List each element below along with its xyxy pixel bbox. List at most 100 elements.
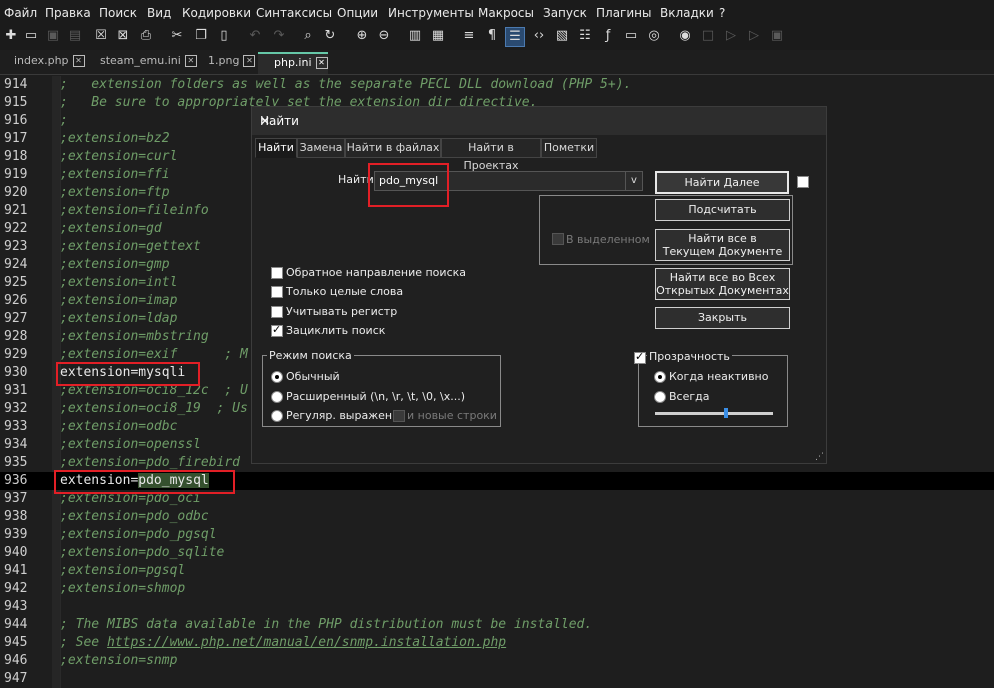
copy-icon[interactable]: ❐ [192,27,210,45]
cut-icon[interactable]: ✂ [168,27,186,45]
open-file-icon[interactable]: ▭ [22,27,40,45]
code-line[interactable]: ; extension folders as well as the separ… [60,76,631,94]
menu-view[interactable]: Вид [147,6,171,20]
tab-find-in-projects[interactable]: Найти в Проектах [441,138,541,172]
match-case-checkbox[interactable] [271,306,283,318]
code-line[interactable]: ;extension=fileinfo [60,202,209,220]
dropdown-icon[interactable]: v [625,172,642,190]
save-icon[interactable]: ▣ [44,27,62,45]
close-all-icon[interactable]: ⊠ [114,27,132,45]
save-macro-icon[interactable]: ▣ [768,27,786,45]
code-line[interactable]: ;extension=pdo_sqlite [60,544,224,562]
tab-find[interactable]: Найти [255,138,297,158]
menu-options[interactable]: Опции [337,6,378,20]
transparency-checkbox[interactable] [634,350,646,364]
code-line[interactable]: ;extension=odbc [60,418,177,436]
show-all-chars-icon[interactable]: ¶ [483,27,501,45]
in-selection-checkbox[interactable] [552,233,564,245]
tab-close-icon[interactable]: ✕ [315,57,328,69]
find-all-open-docs-button[interactable]: Найти все во Всех Открытых Документах [655,268,790,300]
whole-word-checkbox[interactable] [271,286,283,298]
doc-map-icon[interactable]: ▧ [553,27,571,45]
menu-encoding[interactable]: Кодировки [182,6,251,20]
code-line[interactable]: ; The MIBS data available in the PHP dis… [60,616,592,634]
menu-run[interactable]: Запуск [543,6,587,20]
code-line[interactable]: ;extension=imap [60,292,177,310]
replace-icon[interactable]: ↻ [321,27,339,45]
mode-extended-radio[interactable] [271,391,283,403]
code-line[interactable]: ;extension=gmp [60,256,170,274]
code-line[interactable]: ;extension=pgsql [60,562,185,580]
xml-tag-icon[interactable]: ‹› [530,27,548,45]
find-next-button[interactable]: Найти Далее [655,171,789,194]
paste-icon[interactable]: ▯ [215,27,233,45]
menu-edit[interactable]: Правка [45,6,91,20]
menu-tabs[interactable]: Вкладки [660,6,714,20]
play-multiple-icon[interactable]: ▷ [745,27,763,45]
stop-icon[interactable]: □ [699,27,717,45]
new-file-icon[interactable]: ✚ [2,27,20,45]
close-button[interactable]: Закрыть [655,307,790,329]
code-line[interactable]: ;extension=oci8_19 ; Us [60,400,248,418]
close-icon[interactable]: ☒ [92,27,110,45]
tab-1-png[interactable]: 1.png ✕ [208,54,256,74]
code-line[interactable]: ;extension=ldap [60,310,177,328]
function-list-icon[interactable]: ☷ [576,27,594,45]
tab-steam-emu-ini[interactable]: steam_emu.ini ✕ [100,54,197,74]
tab-find-in-files[interactable]: Найти в файлах [345,138,441,158]
dot-newline-checkbox[interactable] [393,410,405,422]
play-icon[interactable]: ▷ [722,27,740,45]
backward-checkbox[interactable] [271,267,283,279]
code-line[interactable]: ;extension=gd [60,220,162,238]
tab-index-php[interactable]: index.php ✕ [14,54,85,74]
sync-vertical-icon[interactable]: ▥ [406,27,424,45]
menu-syntax[interactable]: Синтаксисы [256,6,332,20]
monitor-icon[interactable]: ▭ [622,27,640,45]
code-line[interactable]: ;extension=bz2 [60,130,170,148]
url-link[interactable]: https://www.php.net/manual/en/snmp.insta… [107,635,506,650]
code-line[interactable]: ;extension=ffi [60,166,170,184]
resize-grip-icon[interactable]: ⋰ [815,452,824,462]
find-icon[interactable]: ⌕ [299,27,317,45]
zoom-out-icon[interactable]: ⊖ [375,27,393,45]
menu-help[interactable]: ? [719,6,725,20]
menu-macros[interactable]: Макросы [478,6,534,20]
redo-icon[interactable]: ↷ [270,27,288,45]
always-radio[interactable] [654,391,666,403]
fx-icon[interactable]: ƒ [599,27,617,45]
code-line[interactable]: ;extension=pdo_odbc [60,508,209,526]
zoom-in-icon[interactable]: ⊕ [353,27,371,45]
code-line[interactable]: ;extension=ftp [60,184,170,202]
find-next-option-checkbox[interactable] [797,176,809,188]
sync-horizontal-icon[interactable]: ▦ [429,27,447,45]
indent-guide-icon[interactable]: ☰ [505,27,525,47]
on-lose-focus-radio[interactable] [654,371,666,383]
mode-normal-radio[interactable] [271,371,283,383]
save-all-icon[interactable]: ▤ [66,27,84,45]
slider-thumb[interactable] [724,408,728,418]
code-line[interactable]: ;extension=pdo_pgsql [60,526,217,544]
folder-workspace-icon[interactable]: ◎ [645,27,663,45]
tab-close-icon[interactable]: ✕ [184,55,197,67]
close-icon[interactable]: ✕ [260,114,816,128]
code-line[interactable]: ;extension=gettext [60,238,201,256]
code-line[interactable]: ;extension=mbstring [60,328,209,346]
transparency-slider[interactable] [655,408,773,418]
word-wrap-icon[interactable]: ≡ [460,27,478,45]
mode-regex-radio[interactable] [271,410,283,422]
wrap-around-checkbox[interactable] [271,323,283,337]
tab-close-icon[interactable]: ✕ [243,55,256,67]
code-line[interactable]: ; See https://www.php.net/manual/en/snmp… [60,634,506,652]
code-line[interactable]: ;extension=openssl [60,436,201,454]
menu-plugins[interactable]: Плагины [596,6,651,20]
count-button[interactable]: Подсчитать [655,199,790,221]
find-all-current-doc-button[interactable]: Найти все в Текущем Документе [655,229,790,261]
tab-php-ini[interactable]: php.ini ✕ [258,52,328,74]
menu-tools[interactable]: Инструменты [388,6,474,20]
record-icon[interactable]: ◉ [676,27,694,45]
tab-close-icon[interactable]: ✕ [72,55,85,67]
print-icon[interactable]: ⎙ [137,27,155,45]
code-line[interactable]: ;extension=intl [60,274,177,292]
code-line[interactable]: ;extension=shmop [60,580,185,598]
code-line[interactable]: ;extension=curl [60,148,177,166]
